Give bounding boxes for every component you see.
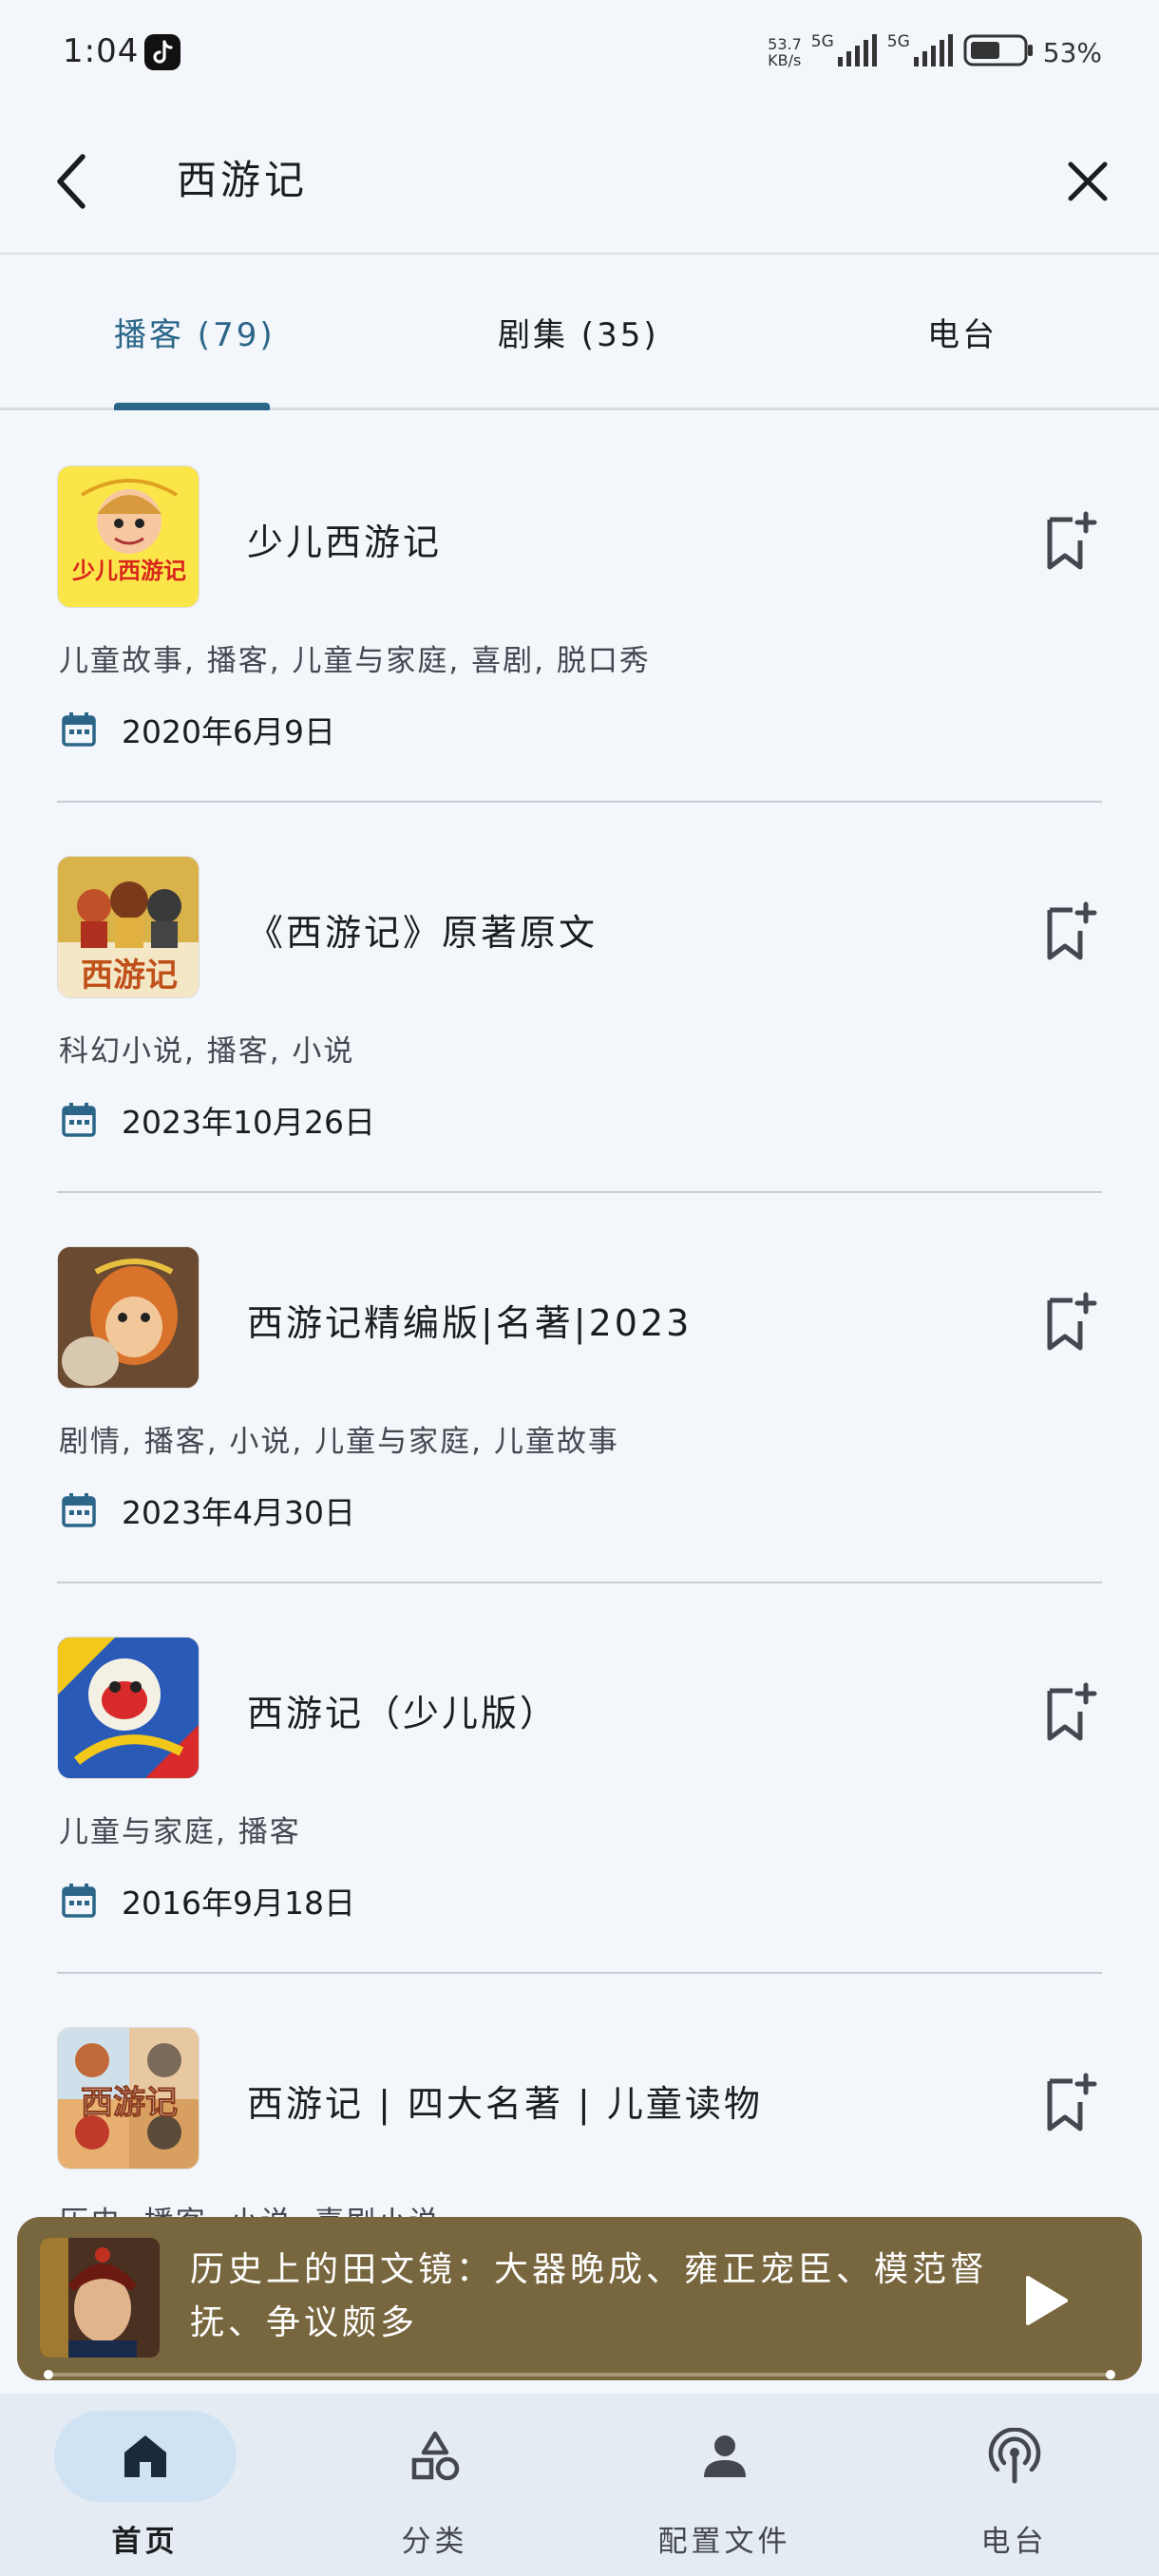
podcast-title[interactable]: 西游记 | 四大名著 | 儿童读物 (247, 2074, 763, 2127)
podcast-cover (57, 1246, 200, 1389)
tiktok-notification-icon (144, 34, 180, 70)
close-button[interactable] (1045, 139, 1130, 224)
list-item[interactable]: 西游记 《西游记》原著原文 科幻小说, 播客, 小说 2023年10月26日 (57, 803, 1102, 1193)
subscribe-button[interactable] (1039, 1284, 1102, 1358)
subscribe-button[interactable] (1039, 1675, 1102, 1749)
bookmark-add-icon (1047, 901, 1097, 960)
date-row: 2023年4月30日 (61, 1487, 355, 1533)
play-icon (1026, 2276, 1068, 2325)
date-row: 2016年9月18日 (61, 1878, 355, 1923)
bookmark-add-icon (1047, 511, 1097, 570)
podcast-title[interactable]: 少儿西游记 (247, 513, 442, 565)
progress-start-dot (44, 2370, 53, 2379)
nav-categories-label: 分类 (401, 2525, 468, 2559)
subscribe-button[interactable] (1039, 2065, 1102, 2139)
network-type-2: 5G (886, 32, 910, 51)
status-bar: 1:04 53.7 KB/s 5G 5G 53% (0, 0, 1159, 104)
podcast-cover: 少儿西游记 (57, 465, 200, 608)
cover-text: 西游记 (81, 2084, 178, 2122)
nav-categories[interactable]: 分类 (290, 2394, 580, 2576)
list-item[interactable]: 西游记 西游记 | 四大名著 | 儿童读物 历史, 播客, 小说, 喜剧小说 (57, 1974, 1102, 2217)
date-row: 2023年10月26日 (61, 1097, 375, 1143)
result-tabs: 播客 (79) 剧集 (35) 电台 (0, 256, 1159, 410)
playback-progress[interactable] (44, 2370, 1115, 2379)
podcast-date: 2020年6月9日 (122, 713, 335, 750)
podcast-tags: 儿童故事, 播客, 儿童与家庭, 喜剧, 脱口秀 (59, 644, 651, 678)
podcast-results-list[interactable]: 少儿西游记 少儿西游记 儿童故事, 播客, 儿童与家庭, 喜剧, 脱口秀 202… (0, 412, 1159, 2217)
calendar-icon (62, 1884, 96, 1918)
back-arrow-icon (57, 154, 86, 209)
list-item[interactable]: 西游记精编版|名著|2023 剧情, 播客, 小说, 儿童与家庭, 儿童故事 2… (57, 1193, 1102, 1583)
nav-radio-label: 电台 (980, 2525, 1048, 2559)
radio-icon (988, 2428, 1040, 2484)
podcast-title[interactable]: 西游记精编版|名著|2023 (247, 1294, 692, 1346)
progress-end-dot (1106, 2370, 1115, 2379)
podcast-date: 2016年9月18日 (122, 1885, 355, 1922)
now-playing-cover (40, 2238, 160, 2358)
categories-icon (411, 2431, 459, 2481)
calendar-icon (62, 1103, 96, 1137)
subscribe-button[interactable] (1039, 894, 1102, 968)
status-indicators: 53.7 KB/s 5G 5G 53% (768, 28, 1102, 76)
search-query-title[interactable]: 西游记 (177, 148, 308, 206)
nav-home-label: 首页 (111, 2525, 179, 2559)
cover-text: 少儿西游记 (71, 558, 186, 584)
list-item[interactable]: 西游记（少儿版） 儿童与家庭, 播客 2016年9月18日 (57, 1583, 1102, 1974)
calendar-icon (62, 1493, 96, 1527)
bookmark-add-icon (1047, 2073, 1097, 2131)
screen: 1:04 53.7 KB/s 5G 5G 53% 西游记 播客 (79) 剧集 … (0, 0, 1159, 2576)
podcast-date: 2023年4月30日 (122, 1494, 355, 1531)
podcast-title[interactable]: 《西游记》原著原文 (247, 903, 598, 956)
subscribe-button[interactable] (1039, 503, 1102, 578)
tab-podcasts[interactable]: 播客 (79) (114, 256, 276, 407)
podcast-tags: 儿童与家庭, 播客 (59, 1815, 301, 1849)
podcast-tags: 历史, 播客, 小说, 喜剧小说 (59, 2198, 440, 2217)
nav-radio[interactable]: 电台 (869, 2394, 1159, 2576)
network-speed: 53.7 KB/s (768, 36, 802, 68)
podcast-tags: 科幻小说, 播客, 小说 (59, 1034, 355, 1069)
tab-radio[interactable]: 电台 (927, 256, 998, 407)
play-button[interactable] (1007, 2263, 1083, 2339)
nav-home-pill[interactable] (53, 2411, 237, 2502)
calendar-icon (62, 712, 96, 747)
podcast-cover: 西游记 (57, 856, 200, 998)
network-speed-value: 53.7 (768, 35, 802, 53)
search-header: 西游记 (0, 104, 1159, 255)
podcast-cover: 西游记 (57, 2027, 200, 2169)
bookmark-add-icon (1047, 1682, 1097, 1741)
now-playing-bar[interactable]: 历史上的田文镜：大器晚成、雍正宠臣、模范督抚、争议颇多 (17, 2217, 1142, 2380)
nav-home[interactable]: 首页 (0, 2394, 290, 2576)
nav-profile-label: 配置文件 (657, 2525, 791, 2559)
signal-icon-2 (913, 34, 954, 70)
network-speed-unit: KB/s (768, 51, 802, 69)
nav-profile[interactable]: 配置文件 (580, 2394, 869, 2576)
back-button[interactable] (38, 139, 104, 224)
podcast-date: 2023年10月26日 (122, 1104, 375, 1141)
cover-text: 西游记 (81, 957, 178, 994)
nav-profile-pill[interactable] (634, 2411, 816, 2502)
signal-icon (837, 34, 878, 70)
podcast-cover (57, 1637, 200, 1779)
home-icon (124, 2435, 166, 2477)
bottom-navigation: 首页 分类 配置文件 电台 (0, 2394, 1159, 2576)
nav-radio-pill[interactable] (923, 2411, 1106, 2502)
podcast-tags: 剧情, 播客, 小说, 儿童与家庭, 儿童故事 (59, 1425, 619, 1459)
battery-percent: 53% (1042, 36, 1102, 68)
tab-episodes[interactable]: 剧集 (35) (498, 256, 659, 407)
list-item[interactable]: 少儿西游记 少儿西游记 儿童故事, 播客, 儿童与家庭, 喜剧, 脱口秀 202… (57, 412, 1102, 803)
battery-icon (963, 34, 1034, 70)
nav-categories-pill[interactable] (344, 2411, 526, 2502)
active-tab-indicator (114, 403, 270, 410)
now-playing-title[interactable]: 历史上的田文镜：大器晚成、雍正宠臣、模范督抚、争议颇多 (190, 2244, 988, 2350)
close-icon (1068, 161, 1108, 201)
date-row: 2020年6月9日 (61, 707, 335, 752)
profile-icon (703, 2435, 746, 2477)
bookmark-add-icon (1047, 1292, 1097, 1351)
network-type-1: 5G (810, 32, 834, 51)
podcast-title[interactable]: 西游记（少儿版） (247, 1684, 559, 1736)
status-time: 1:04 (63, 32, 140, 70)
